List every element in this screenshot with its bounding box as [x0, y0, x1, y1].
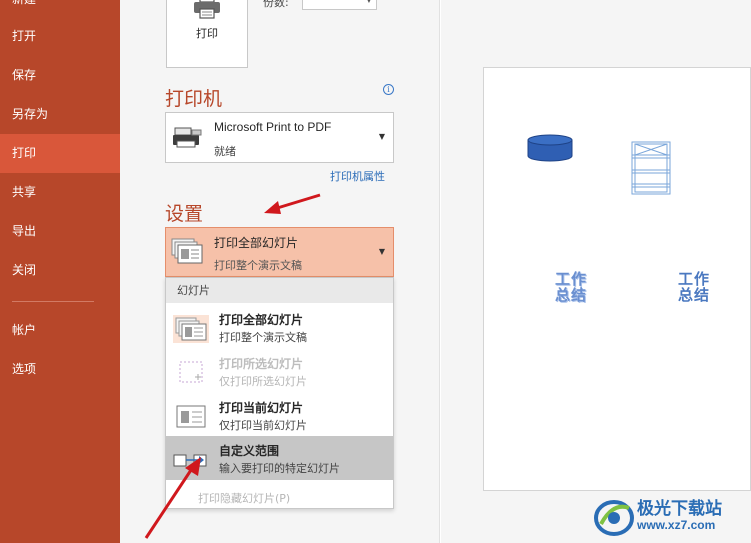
- aurora-logo-icon: [594, 500, 634, 536]
- caret-down-icon: ▼: [378, 247, 385, 256]
- sidebar-item-print[interactable]: 打印: [0, 134, 120, 173]
- option-title: 打印当前幻灯片: [219, 401, 304, 415]
- current-slide-icon: [176, 405, 206, 428]
- print-button-label: 打印: [196, 27, 218, 40]
- printer-section-title: 打印机: [165, 88, 223, 110]
- sidebar-divider: [12, 301, 94, 302]
- annotation-arrow-icon: [144, 457, 201, 539]
- option-print-hidden-slides[interactable]: 打印隐藏幻灯片(P): [198, 490, 290, 506]
- option-title: 打印全部幻灯片: [219, 313, 304, 327]
- sidebar-item-export[interactable]: 导出: [0, 212, 120, 251]
- sidebar-item-share[interactable]: 共享: [0, 173, 120, 212]
- slide-preview: [483, 67, 751, 491]
- sidebar-item-options[interactable]: 选项: [0, 350, 120, 389]
- printer-status: 就绪: [214, 145, 236, 158]
- option-desc: 输入要打印的特定幻灯片: [219, 462, 340, 475]
- option-desc: 仅打印当前幻灯片: [219, 419, 307, 432]
- printer-select[interactable]: Microsoft Print to PDF 就绪 ▼: [165, 112, 394, 163]
- settings-section-title: 设置: [165, 203, 204, 225]
- copies-input[interactable]: ▼: [302, 0, 377, 10]
- site-watermark: 极光下载站 www.xz7.com: [593, 492, 751, 543]
- copies-label: 份数:: [263, 0, 289, 9]
- all-slides-icon: [171, 238, 203, 264]
- info-icon[interactable]: i: [383, 84, 394, 95]
- option-print-current-slide[interactable]: 打印当前幻灯片 仅打印当前幻灯片: [166, 393, 393, 437]
- option-title: 自定义范围: [219, 444, 280, 458]
- option-print-selected-slides[interactable]: 打印所选幻灯片 仅打印所选幻灯片: [166, 349, 393, 393]
- slide-text-left: 工作 总结: [555, 270, 588, 304]
- sidebar-item-save-as[interactable]: 另存为: [0, 95, 120, 134]
- dropdown-header: 幻灯片: [166, 278, 393, 303]
- option-print-all-slides[interactable]: 打印全部幻灯片 打印整个演示文稿: [166, 305, 393, 349]
- caret-down-icon: ▼: [378, 132, 385, 141]
- pdf-printer-icon: [173, 127, 202, 148]
- watermark-title: 极光下载站: [637, 499, 722, 519]
- option-desc: 仅打印所选幻灯片: [219, 375, 307, 388]
- watermark-url: www.xz7.com: [637, 518, 716, 532]
- sidebar-item-open[interactable]: 打开: [0, 17, 120, 56]
- sidebar-item-account[interactable]: 帐户: [0, 311, 120, 350]
- slides-range-select[interactable]: 打印全部幻灯片 打印整个演示文稿 ▼: [165, 227, 394, 277]
- option-desc: 打印整个演示文稿: [219, 331, 307, 344]
- shelf-shape: [631, 141, 671, 195]
- sidebar-item-close[interactable]: 关闭: [0, 251, 120, 290]
- selected-range-title: 打印全部幻灯片: [214, 236, 299, 250]
- annotation-arrow-icon: [264, 193, 321, 214]
- selected-range-desc: 打印整个演示文稿: [214, 259, 302, 272]
- option-title: 打印所选幻灯片: [219, 357, 304, 371]
- sidebar-item-save[interactable]: 保存: [0, 56, 120, 95]
- cylinder-shape: [527, 134, 573, 162]
- backstage-sidebar: 新建 打开 保存 另存为 打印 共享 导出 关闭 帐户 选项: [0, 0, 120, 543]
- printer-properties-link[interactable]: 打印机属性: [330, 168, 385, 184]
- spin-down-icon[interactable]: ▼: [366, 0, 372, 4]
- printer-name: Microsoft Print to PDF: [214, 120, 332, 134]
- selection-icon: [179, 361, 203, 383]
- printer-icon: [194, 0, 220, 19]
- print-button[interactable]: 打印: [166, 0, 248, 68]
- slide-text-right: 工作 总结: [678, 270, 711, 304]
- all-slides-icon: [173, 315, 209, 343]
